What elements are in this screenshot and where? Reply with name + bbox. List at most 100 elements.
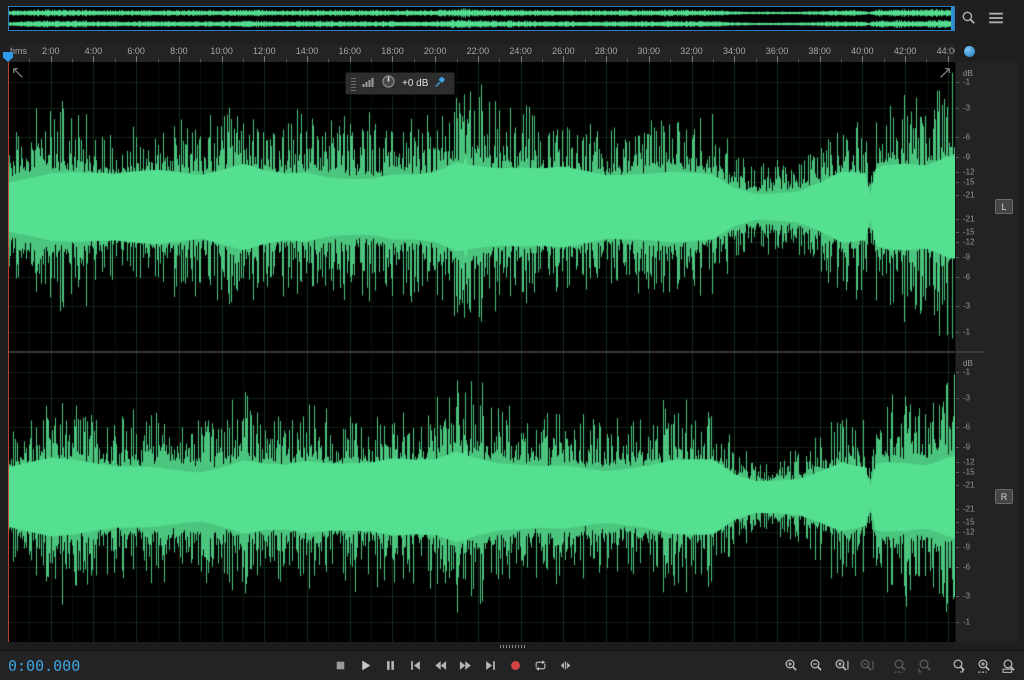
db-scale-label: -3: [963, 103, 970, 112]
level-meter-icon: [362, 75, 375, 93]
status-bar: 0:00.000: [0, 650, 1024, 680]
db-scale-label: -21: [963, 505, 975, 514]
ruler-time-label: 44:00: [937, 46, 955, 56]
overview-zoom-icon[interactable]: [960, 9, 978, 27]
play-button[interactable]: [355, 657, 375, 674]
db-scale-tick: [956, 277, 959, 278]
db-scale-label: -9: [963, 443, 970, 452]
zoom-out-full-button[interactable]: [998, 657, 1020, 674]
pin-icon[interactable]: [434, 75, 447, 93]
zoom-in-time-button[interactable]: [780, 657, 802, 674]
panel-menu-icon[interactable]: [987, 9, 1005, 27]
pause-button[interactable]: [380, 657, 400, 674]
db-scale-label: -12: [963, 167, 975, 176]
db-scale-label: -3: [963, 393, 970, 402]
ruler-time-label: 22:00: [467, 46, 490, 56]
stop-button[interactable]: [330, 657, 350, 674]
db-scale-tick: [956, 472, 959, 473]
ruler-time-label: 28:00: [595, 46, 618, 56]
overview-waveform[interactable]: [9, 7, 954, 30]
channel-right-button[interactable]: R: [995, 489, 1013, 504]
db-scale-tick: [956, 242, 959, 243]
db-scale-label: -12: [963, 238, 975, 247]
volume-knob-icon[interactable]: [381, 74, 396, 94]
zoom-in-at-in-point-button[interactable]: [914, 657, 936, 674]
overview-navigator[interactable]: [8, 6, 955, 31]
db-ruler-divider: [956, 351, 985, 353]
record-button[interactable]: [505, 657, 525, 674]
ruler-time-label: 12:00: [253, 46, 276, 56]
ruler-time-label: 26:00: [552, 46, 575, 56]
db-scale-label: -1: [963, 78, 970, 87]
zoom-controls: [780, 657, 1020, 674]
channel-left-button[interactable]: L: [995, 199, 1013, 214]
ruler-time-label: 36:00: [766, 46, 789, 56]
waveform-editor[interactable]: +0 dB: [8, 62, 955, 642]
audio-editor-window: hms 2:004:006:008:0010:0012:0014:0016:00…: [0, 0, 1024, 680]
db-scale-tick: [956, 332, 959, 333]
zoom-out-time-button[interactable]: [805, 657, 827, 674]
time-display[interactable]: 0:00.000: [8, 657, 80, 675]
db-scale-label: -21: [963, 480, 975, 489]
db-scale-label: -15: [963, 178, 975, 187]
db-scale-tick: [956, 447, 959, 448]
db-scale-tick: [956, 398, 959, 399]
db-scale-header: dB: [963, 69, 973, 78]
hud-grip-icon[interactable]: [351, 76, 356, 91]
db-scale-label: -15: [963, 517, 975, 526]
db-scale-tick: [956, 232, 959, 233]
zoom-in-at-out-point-button[interactable]: [948, 657, 970, 674]
zoom-to-selection-button[interactable]: [889, 657, 911, 674]
channel-strip: L R: [985, 62, 1018, 642]
timeline-ruler[interactable]: hms 2:004:006:008:0010:0012:0014:0016:00…: [8, 44, 955, 62]
skip-selection-button[interactable]: [555, 657, 575, 674]
ruler-time-label: 38:00: [808, 46, 831, 56]
db-scale-label: -1: [963, 368, 970, 377]
hud-gain-value: +0 dB: [402, 78, 428, 89]
db-scale-tick: [956, 596, 959, 597]
db-scale-label: -6: [963, 132, 970, 141]
ruler-time-label: 4:00: [85, 46, 103, 56]
zoom-out-amplitude-button[interactable]: [855, 657, 877, 674]
db-scale-tick: [956, 82, 959, 83]
rewind-button[interactable]: [430, 657, 450, 674]
overview-toolbar: [960, 9, 1005, 27]
db-scale-tick: [956, 532, 959, 533]
ruler-time-label: 16:00: [338, 46, 361, 56]
db-scale-header: dB: [963, 359, 973, 368]
horizontal-scrollbar[interactable]: [8, 642, 955, 650]
corner-grip-icon-right[interactable]: [939, 66, 951, 78]
ruler-time-label: 20:00: [424, 46, 447, 56]
overview-right-handle[interactable]: [951, 7, 954, 30]
blue-sphere-icon[interactable]: [964, 46, 975, 57]
move-playhead-previous-button[interactable]: [405, 657, 425, 674]
volume-hud[interactable]: +0 dB: [345, 72, 455, 95]
loop-playback-button[interactable]: [530, 657, 550, 674]
db-scale-tick: [956, 157, 959, 158]
db-scale-tick: [956, 257, 959, 258]
ruler-time-label: 30:00: [638, 46, 661, 56]
db-scale-tick: [956, 137, 959, 138]
db-scale-label: -6: [963, 422, 970, 431]
playhead-line: [8, 62, 9, 642]
db-scale-label: -9: [963, 542, 970, 551]
ruler-time-label: 6:00: [127, 46, 145, 56]
fast-forward-button[interactable]: [455, 657, 475, 674]
db-scale-label: -3: [963, 302, 970, 311]
waveform-canvas[interactable]: [8, 62, 955, 642]
zoom-in-amplitude-button[interactable]: [830, 657, 852, 674]
corner-grip-icon-left[interactable]: [12, 66, 24, 78]
ruler-time-label: 24:00: [509, 46, 532, 56]
move-playhead-next-button[interactable]: [480, 657, 500, 674]
db-scale-label: -12: [963, 457, 975, 466]
ruler-time-label: 42:00: [894, 46, 917, 56]
db-scale-label: -6: [963, 273, 970, 282]
amplitude-ruler[interactable]: dB-1-1-3-3-6-6-9-9-12-12-15-15-21-21dB-1…: [955, 62, 985, 642]
db-scale-label: -1: [963, 327, 970, 336]
db-scale-tick: [956, 485, 959, 486]
db-scale-label: -21: [963, 215, 975, 224]
ruler-time-label: 8:00: [170, 46, 188, 56]
zoom-selection-button[interactable]: [973, 657, 995, 674]
scrollbar-grip-icon[interactable]: [500, 645, 526, 648]
db-scale-label: -21: [963, 190, 975, 199]
